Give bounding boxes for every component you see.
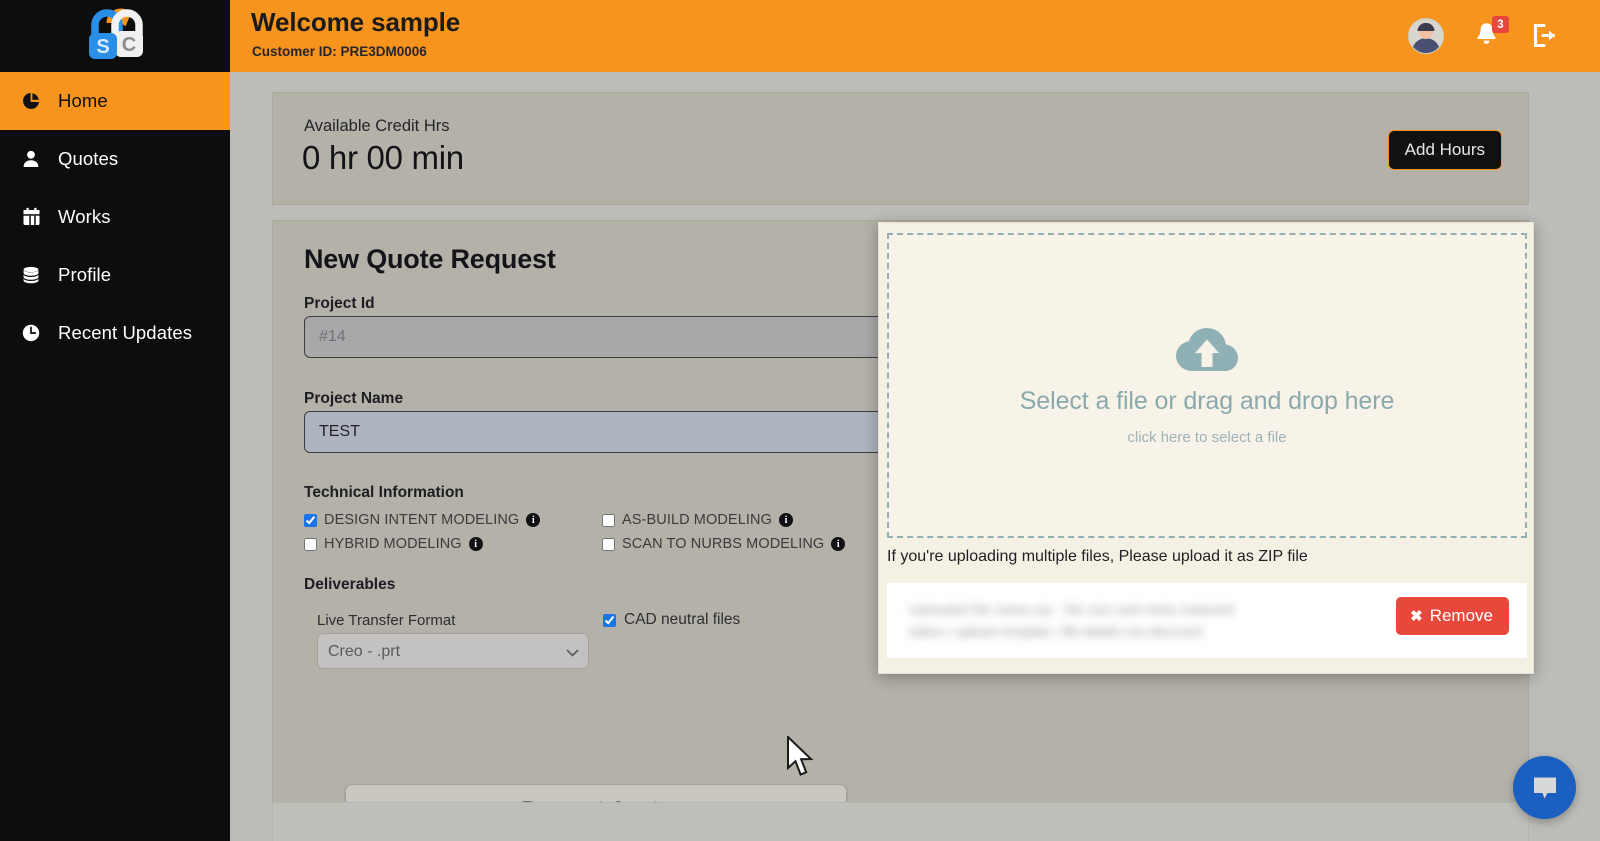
sidebar-item-home[interactable]: Home bbox=[0, 72, 230, 130]
technical-information-options: DESIGN INTENT MODELING i AS-BUILD MODELI… bbox=[304, 508, 924, 556]
project-id-label: Project Id bbox=[304, 295, 375, 312]
live-transfer-format-select[interactable]: Creo - .prt bbox=[317, 633, 589, 669]
calendar-icon bbox=[20, 206, 42, 228]
checkbox-scan-to-nurbs-modeling[interactable]: SCAN TO NURBS MODELING i bbox=[602, 536, 846, 552]
sidebar: C S Home Quotes Works Profile Recent Upd… bbox=[0, 0, 230, 841]
zip-upload-note: If you're uploading multiple files, Plea… bbox=[887, 548, 1308, 565]
page-title: Welcome sample bbox=[251, 7, 461, 37]
checkbox-label: DESIGN INTENT MODELING bbox=[324, 512, 520, 528]
topbar: Welcome sample Customer ID: PRE3DM0006 3 bbox=[230, 0, 1600, 72]
sidebar-item-label: Recent Updates bbox=[58, 322, 193, 343]
cloud-upload-icon bbox=[1174, 326, 1240, 381]
sidebar-item-label: Works bbox=[58, 206, 111, 227]
uploaded-file-row: Uploaded file name.zip - file size and m… bbox=[887, 583, 1527, 658]
checkbox-row: DESIGN INTENT MODELING i AS-BUILD MODELI… bbox=[304, 508, 924, 532]
info-icon[interactable]: i bbox=[468, 537, 483, 551]
technical-information-label: Technical Information bbox=[304, 484, 464, 501]
checkbox-label: SCAN TO NURBS MODELING bbox=[622, 536, 825, 552]
avatar-body bbox=[1412, 38, 1440, 53]
info-icon[interactable]: i bbox=[831, 537, 846, 551]
avatar-hair bbox=[1417, 23, 1435, 31]
checkbox-input[interactable] bbox=[603, 613, 616, 627]
logo-area[interactable]: C S bbox=[0, 0, 230, 72]
live-transfer-format-label: Live Transfer Format bbox=[317, 612, 456, 629]
file-dropzone[interactable]: Select a file or drag and drop here clic… bbox=[887, 233, 1527, 538]
file-info-line-1: Uploaded file name.zip - file size and m… bbox=[909, 602, 1235, 617]
sidebar-item-label: Home bbox=[58, 90, 108, 111]
project-name-label: Project Name bbox=[304, 390, 404, 407]
credit-label: Available Credit Hrs bbox=[304, 117, 450, 135]
sidebar-nav: Home Quotes Works Profile Recent Updates bbox=[0, 72, 230, 362]
checkbox-row: HYBRID MODELING i SCAN TO NURBS MODELING… bbox=[304, 532, 924, 556]
sidebar-item-works[interactable]: Works bbox=[0, 188, 230, 246]
next-card-partial bbox=[272, 802, 1529, 841]
available-credit-card: Available Credit Hrs 0 hr 00 min Add Hou… bbox=[272, 92, 1529, 205]
chat-bubble-icon bbox=[1533, 777, 1556, 798]
uploaded-file-info-blurred: Uploaded file name.zip - file size and m… bbox=[909, 599, 1389, 645]
remove-file-button[interactable]: ✖ Remove bbox=[1396, 597, 1509, 635]
file-info-line-2: status • upload complete • file details … bbox=[909, 624, 1203, 639]
sidebar-item-quotes[interactable]: Quotes bbox=[0, 130, 230, 188]
app-root: C S Home Quotes Works Profile Recent Upd… bbox=[0, 0, 1600, 841]
checkbox-label: HYBRID MODELING bbox=[324, 536, 462, 552]
topbar-actions: 3 bbox=[1408, 0, 1558, 72]
pie-chart-icon bbox=[20, 90, 42, 112]
dropzone-subtitle: click here to select a file bbox=[1127, 428, 1287, 446]
sidebar-item-label: Quotes bbox=[58, 148, 119, 169]
info-icon[interactable]: i bbox=[526, 513, 541, 527]
dropzone-title: Select a file or drag and drop here bbox=[1019, 386, 1395, 415]
upload-panel: Select a file or drag and drop here clic… bbox=[878, 222, 1534, 674]
checkbox-as-build-modeling[interactable]: AS-BUILD MODELING i bbox=[602, 512, 793, 528]
logout-button[interactable] bbox=[1530, 22, 1558, 50]
remove-label: Remove bbox=[1429, 606, 1493, 625]
checkbox-label: CAD neutral files bbox=[624, 611, 741, 628]
logout-icon bbox=[1533, 23, 1556, 48]
info-icon[interactable]: i bbox=[778, 513, 793, 527]
checkbox-input[interactable] bbox=[602, 537, 615, 551]
person-icon bbox=[20, 148, 42, 170]
sidebar-item-profile[interactable]: Profile bbox=[0, 246, 230, 304]
svg-text:S: S bbox=[96, 36, 109, 58]
chat-widget-button[interactable] bbox=[1513, 756, 1576, 819]
checkbox-cad-neutral-files[interactable]: CAD neutral files bbox=[603, 611, 740, 629]
notification-badge: 3 bbox=[1492, 16, 1509, 33]
section-title: New Quote Request bbox=[304, 244, 556, 274]
sidebar-item-label: Profile bbox=[58, 264, 112, 285]
deliverables-label: Deliverables bbox=[304, 576, 396, 593]
close-x-icon: ✖ bbox=[1410, 608, 1423, 625]
checkbox-hybrid-modeling[interactable]: HYBRID MODELING i bbox=[304, 536, 602, 552]
credit-value: 0 hr 00 min bbox=[302, 139, 464, 176]
checkbox-input[interactable] bbox=[602, 513, 615, 527]
checkbox-input[interactable] bbox=[304, 537, 317, 551]
clock-icon bbox=[20, 322, 42, 344]
sc-padlock-logo: C S bbox=[79, 7, 151, 65]
customer-id: Customer ID: PRE3DM0006 bbox=[252, 44, 427, 59]
notification-bell[interactable]: 3 bbox=[1474, 16, 1509, 51]
add-hours-button[interactable]: Add Hours bbox=[1387, 130, 1502, 170]
sidebar-item-recent-updates[interactable]: Recent Updates bbox=[0, 304, 230, 362]
checkbox-input[interactable] bbox=[304, 513, 317, 527]
svg-text:C: C bbox=[122, 34, 136, 56]
checkbox-design-intent-modeling[interactable]: DESIGN INTENT MODELING i bbox=[304, 512, 602, 528]
avatar[interactable] bbox=[1408, 18, 1444, 54]
database-icon bbox=[20, 264, 42, 286]
checkbox-label: AS-BUILD MODELING bbox=[622, 512, 772, 528]
